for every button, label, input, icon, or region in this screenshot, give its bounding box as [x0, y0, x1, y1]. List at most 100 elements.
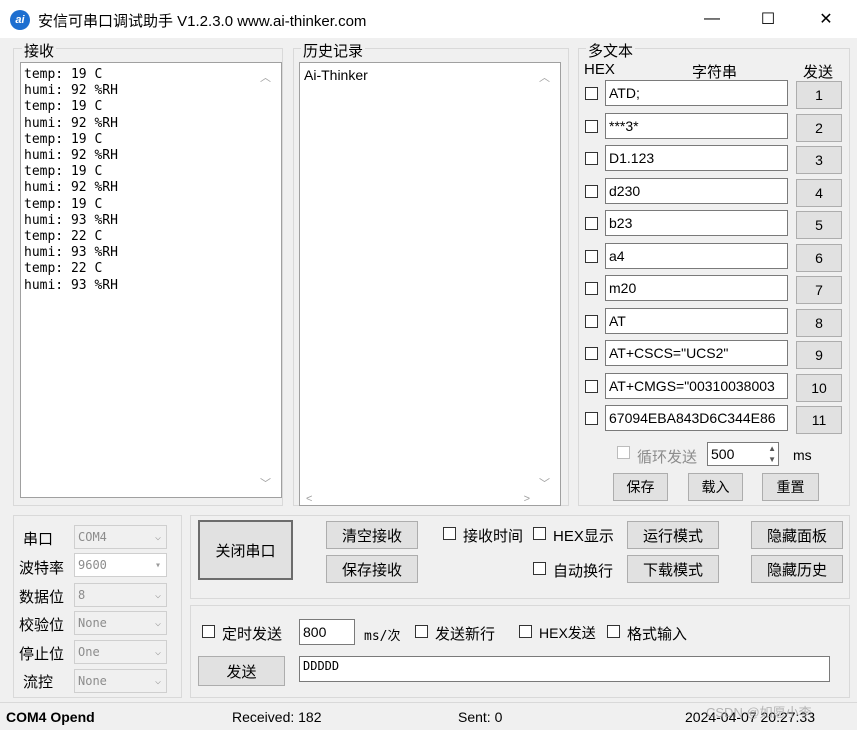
row-send-button[interactable]: 2	[796, 113, 842, 142]
watermark: CSDN @如愿小李	[706, 705, 812, 720]
send-newline-label: 发送新行	[435, 626, 496, 643]
row-send-button[interactable]: 9	[796, 341, 842, 369]
row-string-input[interactable]: 67094EBA843D6C344E86	[605, 405, 788, 431]
receive-line: humi: 93 %RH	[24, 212, 118, 228]
receive-line: humi: 92 %RH	[24, 180, 118, 196]
close-button[interactable]: ✕	[797, 0, 855, 38]
receive-content: temp: 19 Chumi: 92 %RH temp: 19 Chumi: 92…	[24, 67, 118, 294]
row-hex-checkbox[interactable]	[585, 347, 598, 360]
parity-select[interactable]: None ⌵	[74, 611, 167, 635]
send-newline-checkbox[interactable]	[415, 625, 428, 638]
row-send-button[interactable]: 11	[796, 406, 842, 434]
row-hex-checkbox[interactable]	[585, 249, 598, 263]
string-column-header: 字符串	[692, 64, 738, 81]
scroll-down-icon[interactable]: ﹀	[539, 475, 550, 491]
send-column-header: 发送	[803, 64, 834, 81]
interval-unit-label: ms/次	[364, 629, 401, 644]
row-string-input[interactable]: d230	[605, 177, 788, 204]
hide-panel-button[interactable]: 隐藏面板	[751, 521, 843, 549]
loop-interval-value: 500	[711, 446, 735, 462]
receive-line: temp: 19 C	[24, 131, 103, 147]
row-hex-checkbox[interactable]	[585, 314, 598, 328]
row-hex-checkbox[interactable]	[585, 217, 598, 230]
loop-send-checkbox[interactable]	[617, 446, 630, 459]
row-hex-checkbox[interactable]	[585, 184, 598, 198]
hex-send-checkbox[interactable]	[519, 625, 532, 638]
row-string-input[interactable]: AT+CMGS="00310038003	[605, 372, 788, 399]
spin-arrows-icon[interactable]: ▲ ▼	[768, 443, 776, 465]
clear-receive-button[interactable]: 清空接收	[326, 521, 418, 549]
flow-select[interactable]: None ⌵	[74, 669, 167, 693]
load-multitext-button[interactable]: 载入	[688, 473, 743, 501]
row-send-button[interactable]: 1	[796, 81, 842, 109]
receive-line: humi: 93 %RH	[24, 277, 118, 293]
row-send-button[interactable]: 7	[796, 276, 842, 304]
baud-value: 9600	[78, 558, 107, 572]
row-send-button[interactable]: 6	[796, 243, 842, 272]
auto-wrap-checkbox[interactable]	[533, 562, 546, 575]
hex-column-header: HEX	[584, 61, 615, 78]
flow-label: 流控	[23, 674, 54, 691]
row-string-input[interactable]: a4	[605, 242, 788, 269]
timed-interval-input[interactable]: 800	[299, 619, 355, 645]
scroll-up-icon[interactable]: ︿	[539, 69, 550, 85]
stopbits-select[interactable]: One ⌵	[74, 640, 167, 664]
databits-value: 8	[78, 588, 86, 602]
row-hex-checkbox[interactable]	[585, 87, 598, 100]
scroll-left-icon[interactable]: <	[306, 493, 312, 505]
hex-display-checkbox[interactable]	[533, 527, 546, 540]
history-item[interactable]: Ai-Thinker	[304, 67, 368, 83]
status-bar: COM4 Opend Received: 182 Sent: 0 2024-04…	[0, 702, 857, 730]
row-string-input[interactable]: D1.123	[605, 145, 788, 171]
row-string-input[interactable]: b23	[605, 210, 788, 236]
row-hex-checkbox[interactable]	[585, 379, 598, 393]
maximize-button[interactable]: ☐	[739, 0, 797, 38]
scroll-up-icon[interactable]: ︿	[260, 69, 271, 85]
chevron-down-icon: ⌵	[154, 676, 161, 687]
auto-wrap-label: 自动换行	[553, 563, 614, 580]
receive-line: temp: 19 C	[24, 196, 103, 212]
row-string-input[interactable]: ATD;	[605, 80, 788, 106]
row-hex-checkbox[interactable]	[585, 152, 598, 165]
send-button[interactable]: 发送	[198, 656, 285, 686]
row-send-button[interactable]: 4	[796, 178, 842, 207]
row-hex-checkbox[interactable]	[585, 119, 598, 133]
receive-line: temp: 22 C	[24, 229, 103, 245]
receive-line: temp: 19 C	[24, 164, 103, 180]
port-label: 串口	[23, 531, 54, 548]
timed-send-checkbox[interactable]	[202, 625, 215, 638]
hide-history-button[interactable]: 隐藏历史	[751, 555, 843, 583]
row-send-button[interactable]: 8	[796, 308, 842, 337]
row-send-button[interactable]: 5	[796, 211, 842, 239]
close-port-button[interactable]: 关闭串口	[198, 520, 293, 580]
row-send-button[interactable]: 3	[796, 146, 842, 174]
reset-multitext-button[interactable]: 重置	[762, 473, 819, 501]
save-receive-button[interactable]: 保存接收	[326, 555, 418, 583]
title-bar[interactable]: ai 安信可串口调试助手 V1.2.3.0 www.ai-thinker.com…	[0, 0, 857, 38]
row-string-input[interactable]: ***3*	[605, 112, 788, 139]
databits-select[interactable]: 8 ⌵	[74, 583, 167, 607]
scroll-right-icon[interactable]: >	[524, 493, 530, 505]
run-mode-button[interactable]: 运行模式	[627, 521, 719, 549]
baud-select[interactable]: 9600 ▾	[74, 553, 167, 577]
row-string-input[interactable]: AT	[605, 307, 788, 334]
hex-display-label: HEX显示	[553, 528, 614, 545]
row-hex-checkbox[interactable]	[585, 282, 598, 295]
save-multitext-button[interactable]: 保存	[613, 473, 668, 501]
port-select[interactable]: COM4 ⌵	[74, 525, 167, 549]
history-list[interactable]: Ai-Thinker ︿ ﹀ < >	[299, 62, 561, 506]
minimize-button[interactable]: —	[683, 0, 741, 38]
multitext-label: 多文本	[586, 40, 636, 61]
row-send-button[interactable]: 10	[796, 373, 842, 402]
receive-time-checkbox[interactable]	[443, 527, 456, 540]
send-text-input[interactable]: DDDDD	[299, 656, 830, 682]
row-hex-checkbox[interactable]	[585, 412, 598, 425]
receive-textarea[interactable]: temp: 19 Chumi: 92 %RH temp: 19 Chumi: 92…	[20, 62, 282, 498]
row-string-input[interactable]: AT+CSCS="UCS2"	[605, 340, 788, 366]
download-mode-button[interactable]: 下载模式	[627, 555, 719, 583]
parity-value: None	[78, 616, 107, 630]
scroll-down-icon[interactable]: ﹀	[260, 475, 271, 491]
loop-interval-input[interactable]: 500 ▲ ▼	[707, 442, 779, 466]
row-string-input[interactable]: m20	[605, 275, 788, 301]
format-input-checkbox[interactable]	[607, 625, 620, 638]
